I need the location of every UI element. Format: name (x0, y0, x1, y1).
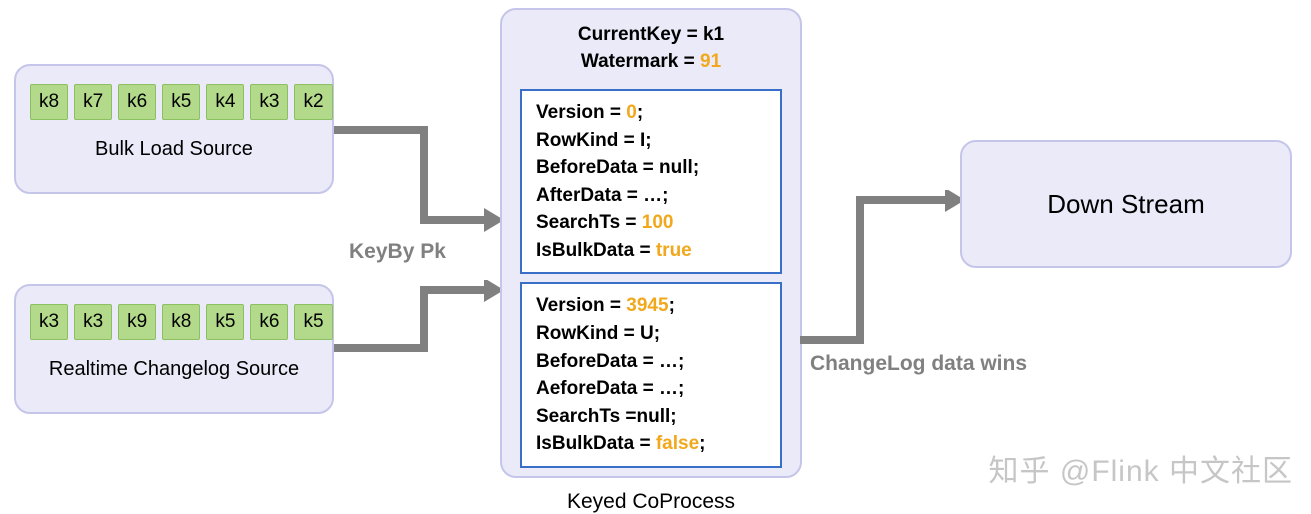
coprocess-header: CurrentKey = k1 Watermark = 91 (502, 10, 800, 81)
downstream-box: Down Stream (960, 140, 1292, 268)
before-value: … (659, 351, 678, 372)
suffix: ; (645, 130, 651, 151)
suffix: ; (699, 433, 705, 454)
version-value: 0 (626, 102, 637, 123)
bulk-load-source-box: k8 k7 k6 k5 k4 k3 k2 Bulk Load Source (14, 64, 334, 194)
key-chip: k5 (206, 304, 244, 340)
watermark-label: Watermark = (581, 51, 700, 72)
watermark-value: 91 (700, 51, 721, 72)
changelog-wins-label: ChangeLog data wins (810, 352, 1027, 376)
before-value: null (659, 157, 693, 178)
bulk-source-label: Bulk Load Source (16, 138, 332, 161)
key-chip: k7 (74, 84, 112, 120)
version-value: 3945 (626, 295, 668, 316)
coprocess-title: Keyed CoProcess (502, 476, 800, 514)
record-panel-1: Version = 0; RowKind = I; BeforeData = n… (520, 89, 782, 274)
bulk-key-list: k8 k7 k6 k5 k4 k3 k2 (16, 66, 332, 130)
key-chip: k9 (118, 304, 156, 340)
searchts-label: SearchTs = (536, 406, 637, 427)
arrow-realtime-to-coprocess (334, 280, 504, 360)
isbulk-value: true (656, 240, 692, 261)
suffix: ; (662, 185, 668, 206)
key-chip: k3 (250, 84, 288, 120)
key-chip: k3 (30, 304, 68, 340)
key-chip: k6 (118, 84, 156, 120)
suffix: ; (693, 157, 699, 178)
after-label: AfterData = (536, 185, 643, 206)
suffix: ; (654, 323, 660, 344)
before-label: BeforeData = (536, 157, 659, 178)
downstream-label: Down Stream (1047, 189, 1205, 220)
searchts-label: SearchTs = (536, 212, 642, 233)
suffix: ; (669, 295, 675, 316)
currentkey-value: k1 (703, 24, 724, 45)
after-label: AeforeData = (536, 378, 659, 399)
key-chip: k8 (30, 84, 68, 120)
key-chip: k5 (162, 84, 200, 120)
rowkind-label: RowKind = (536, 130, 640, 151)
rowkind-label: RowKind = (536, 323, 640, 344)
searchts-value: null (637, 406, 671, 427)
realtime-source-label: Realtime Changelog Source (16, 358, 332, 381)
rowkind-value: U (640, 323, 654, 344)
arrow-bulk-to-coprocess (334, 120, 504, 240)
version-label: Version = (536, 102, 626, 123)
suffix: ; (678, 378, 684, 399)
currentkey-label: CurrentKey = (578, 24, 703, 45)
suffix: ; (678, 351, 684, 372)
isbulk-value: false (656, 433, 699, 454)
searchts-value: 100 (642, 212, 674, 233)
version-label: Version = (536, 295, 626, 316)
key-chip: k8 (162, 304, 200, 340)
suffix: ; (637, 102, 643, 123)
after-value: … (643, 185, 662, 206)
before-label: BeforeData = (536, 351, 659, 372)
isbulk-label: IsBulkData = (536, 240, 656, 261)
realtime-source-box: k3 k3 k9 k8 k5 k6 k5 Realtime Changelog … (14, 284, 334, 414)
image-watermark: 知乎 @Flink 中文社区 (989, 446, 1293, 490)
key-chip: k6 (250, 304, 288, 340)
realtime-key-list: k3 k3 k9 k8 k5 k6 k5 (16, 286, 332, 350)
key-chip: k5 (294, 304, 332, 340)
key-chip: k4 (206, 84, 244, 120)
record-panel-2: Version = 3945; RowKind = U; BeforeData … (520, 282, 782, 467)
arrow-to-downstream (800, 190, 965, 350)
after-value: … (659, 378, 678, 399)
isbulk-label: IsBulkData = (536, 433, 656, 454)
suffix: ; (670, 406, 676, 427)
keyby-label: KeyBy Pk (349, 240, 446, 264)
key-chip: k3 (74, 304, 112, 340)
key-chip: k2 (294, 84, 332, 120)
keyed-coprocess-box: CurrentKey = k1 Watermark = 91 Version =… (500, 8, 802, 478)
